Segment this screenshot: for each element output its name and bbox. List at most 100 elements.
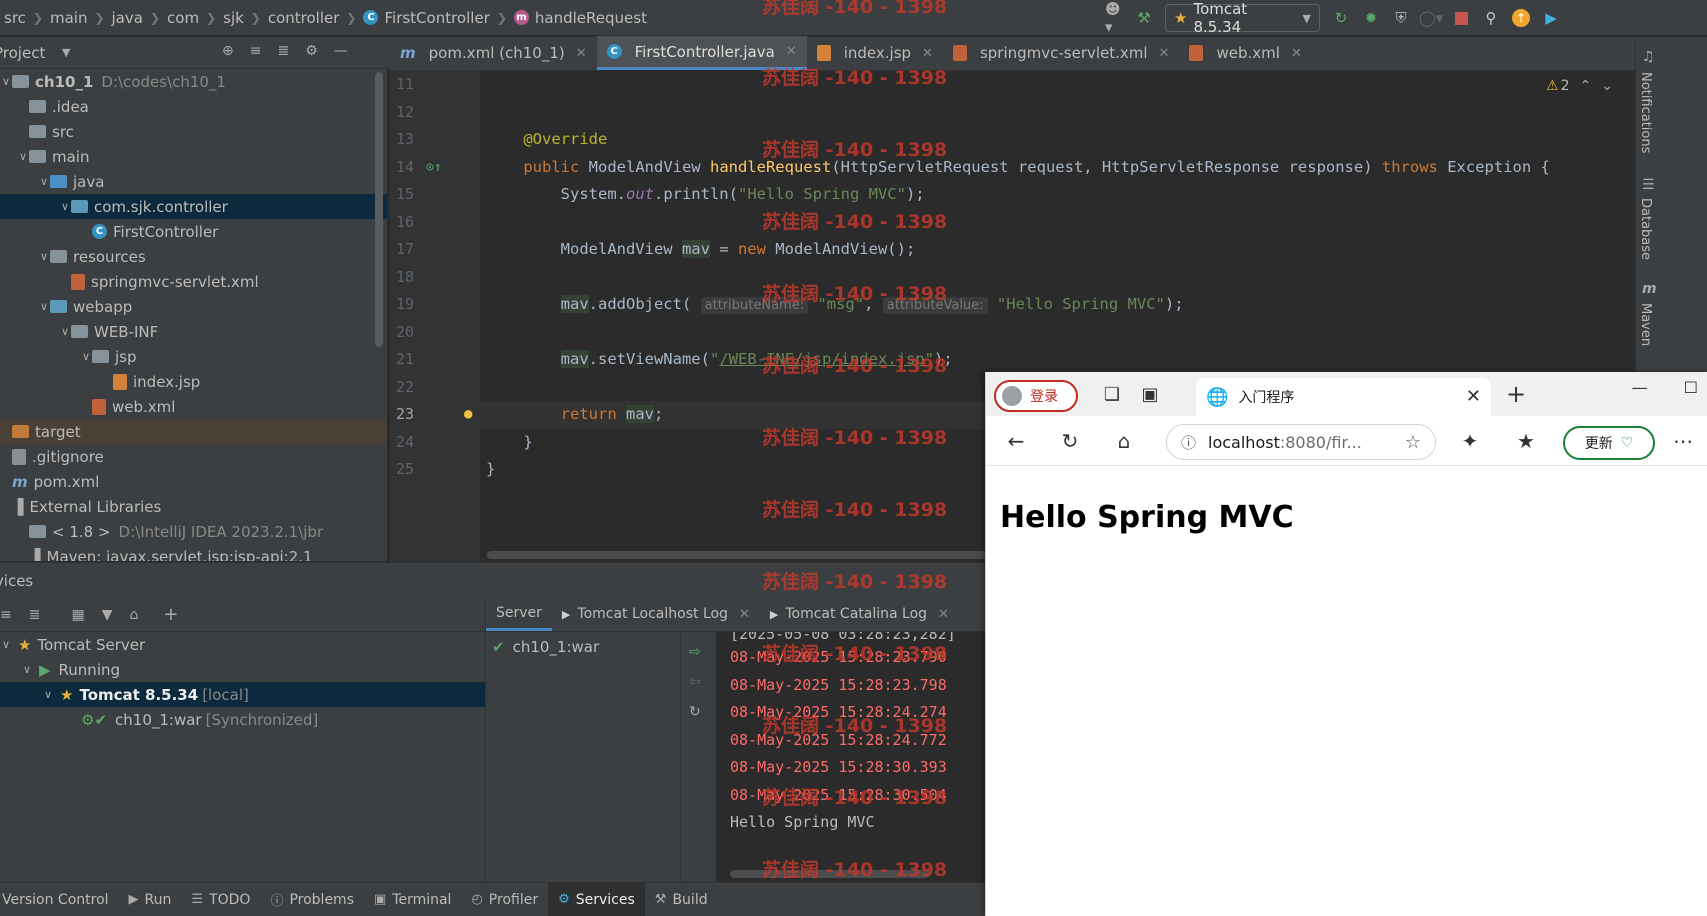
editor-tab[interactable]: index.jsp ✕ [807,36,943,70]
build-hammer-icon[interactable]: ⚒ [1135,9,1153,27]
profile-icon[interactable]: ◯▾ [1419,9,1443,27]
override-gutter-icon[interactable]: ⊙↑ [426,154,442,182]
tree-item[interactable]: ▐ Maven: javax.servlet.jsp:jsp-api:2.1 [0,544,387,562]
maximize-icon[interactable]: ☐ [1684,378,1698,397]
expand-all-icon[interactable]: ≡ [0,607,12,623]
chevron-down-icon[interactable]: ∨ [0,638,12,651]
close-icon[interactable]: ✕ [739,607,750,622]
tool-window-button[interactable]: ▶ Run [119,883,182,916]
chevron-down-icon[interactable]: ⌄ [1601,78,1613,94]
chevron-down-icon[interactable]: ∨ [38,250,50,263]
services-tab[interactable]: ▶ Tomcat Localhost Log ✕ [552,597,760,631]
tree-item[interactable]: index.jsp [0,369,387,394]
log-horizontal-scrollbar[interactable] [730,870,930,878]
tool-window-button[interactable]: ▣ Terminal [364,883,461,916]
site-info-icon[interactable]: ⓘ [1181,432,1196,453]
gear-icon[interactable]: ⚙ [305,43,318,59]
breadcrumb-item[interactable]: src [4,9,26,27]
tree-item[interactable]: ∨ jsp [0,344,387,369]
profile-button[interactable]: 登录 [994,380,1078,412]
editor-tab[interactable]: C FirstController.java ✕ [596,36,807,70]
tree-item[interactable]: ▐ External Libraries [0,494,387,519]
project-panel-title[interactable]: Project [0,44,62,62]
inspection-widget[interactable]: ⚠ 2 ⌃ ⌄ [1546,78,1613,94]
chevron-down-icon[interactable]: ∨ [38,175,50,188]
breadcrumb-item[interactable]: java [112,9,143,27]
rerun-icon[interactable]: ↻ [1332,9,1350,27]
favorite-star-icon[interactable]: ☆ [1405,432,1421,453]
tool-window-button[interactable]: ⚙ Services [548,882,645,916]
add-icon[interactable]: + [163,604,178,625]
more-icon[interactable]: ⋯ [1669,427,1697,455]
vertical-tabs-icon[interactable]: ▣ [1136,380,1164,408]
update-icon[interactable]: ↑ [1512,9,1530,27]
chevron-down-icon[interactable]: ∨ [21,663,33,676]
extensions-icon[interactable]: ✦ [1456,427,1484,455]
address-bar[interactable]: ⓘ localhost:8080/fir... ☆ [1166,424,1436,460]
tree-item[interactable]: .gitignore [0,444,387,469]
tree-item[interactable]: springmvc-servlet.xml [0,269,387,294]
close-icon[interactable]: ✕ [576,46,587,61]
chevron-down-icon[interactable]: ∨ [17,150,29,163]
tree-item[interactable]: ∨ WEB-INF [0,319,387,344]
tree-item[interactable]: ∨ webapp [0,294,387,319]
editor-tab[interactable]: springmvc-servlet.xml ✕ [943,36,1180,70]
update-button[interactable]: 更新 ♡ [1563,426,1655,460]
tree-item[interactable]: .idea [0,94,387,119]
close-icon[interactable]: ✕ [786,44,797,59]
chevron-down-icon[interactable]: ▼ [62,46,70,59]
group-icon[interactable]: ▦ [71,607,84,623]
tree-item[interactable]: target [0,419,387,444]
refresh-icon[interactable]: ↻ [689,704,701,720]
tree-item[interactable]: ∨ java [0,169,387,194]
service-tree-item[interactable]: ∨ ▶ Running [0,657,485,682]
chevron-down-icon[interactable]: ∨ [59,325,71,338]
tool-window-button[interactable]: ⓘ Problems [260,883,364,916]
close-icon[interactable]: ✕ [922,46,933,61]
home-icon[interactable]: ⌂ [1110,427,1138,455]
chevron-down-icon[interactable]: ∨ [59,200,71,213]
undeploy-icon[interactable]: ⇦ [689,674,701,690]
tree-item[interactable]: web.xml [0,394,387,419]
log-output[interactable]: [2025-05-08 03:28:23,282] 08-May-2025 15:… [716,632,985,882]
locate-icon[interactable]: ⊕ [222,43,234,59]
close-tab-icon[interactable]: ✕ [1466,386,1481,407]
tree-item[interactable]: ∨ com.sjk.controller [0,194,387,219]
tool-window-button[interactable]: Version Control [0,883,119,916]
expand-all-icon[interactable]: ≡ [250,43,262,59]
breadcrumb-item[interactable]: controller [268,9,340,27]
tree-item[interactable]: ∨ ch10_1 D:\codes\ch10_1 [0,69,387,94]
service-tree-item[interactable]: ⚙✔ ch10_1:war [Synchronized] [0,707,485,732]
tree-item[interactable]: C FirstController [0,219,387,244]
close-icon[interactable]: ✕ [938,607,949,622]
collapse-all-icon[interactable]: ≣ [277,43,289,59]
new-tab-icon[interactable]: + [1506,380,1526,408]
collapse-all-icon[interactable]: ≣ [29,607,41,623]
browser-tab[interactable]: 🌐 入门程序 ✕ [1196,378,1491,416]
services-tab[interactable]: Server [486,597,552,631]
code-with-me-icon[interactable]: ▶ [1542,9,1560,27]
chevron-down-icon[interactable]: ∨ [38,300,50,313]
debug-icon[interactable]: ✹ [1362,9,1380,27]
maven-tool-label[interactable]: Maven [1638,303,1653,346]
filter-icon[interactable]: ▼ [102,607,113,623]
editor-horizontal-scrollbar[interactable] [487,551,987,559]
tool-window-button[interactable]: ☰ TODO [181,883,260,916]
project-scrollbar[interactable] [375,72,383,347]
deploy-icon[interactable]: ⇨ [689,644,701,660]
collections-icon[interactable]: ❏ [1098,380,1126,408]
editor-tab[interactable]: m pom.xml (ch10_1) ✕ [390,36,597,70]
back-icon[interactable]: ← [1002,427,1030,455]
minimize-icon[interactable]: — [1632,378,1648,397]
tree-item[interactable]: m pom.xml [0,469,387,494]
search-icon[interactable]: ⚲ [1482,9,1500,27]
breadcrumb-item[interactable]: com [167,9,199,27]
tool-window-button[interactable]: ⚒ Build [645,883,718,916]
services-tab[interactable]: ▶ Tomcat Catalina Log ✕ [760,597,959,631]
editor-tab[interactable]: web.xml ✕ [1179,36,1311,70]
tree-item[interactable]: < 1.8 > D:\IntelliJ IDEA 2023.2.1\jbr [0,519,387,544]
tree-item[interactable]: src [0,119,387,144]
breadcrumb-item[interactable]: m handleRequest [513,9,647,27]
chevron-down-icon[interactable]: ∨ [80,350,92,363]
lightbulb-icon[interactable]: ● [464,401,472,429]
